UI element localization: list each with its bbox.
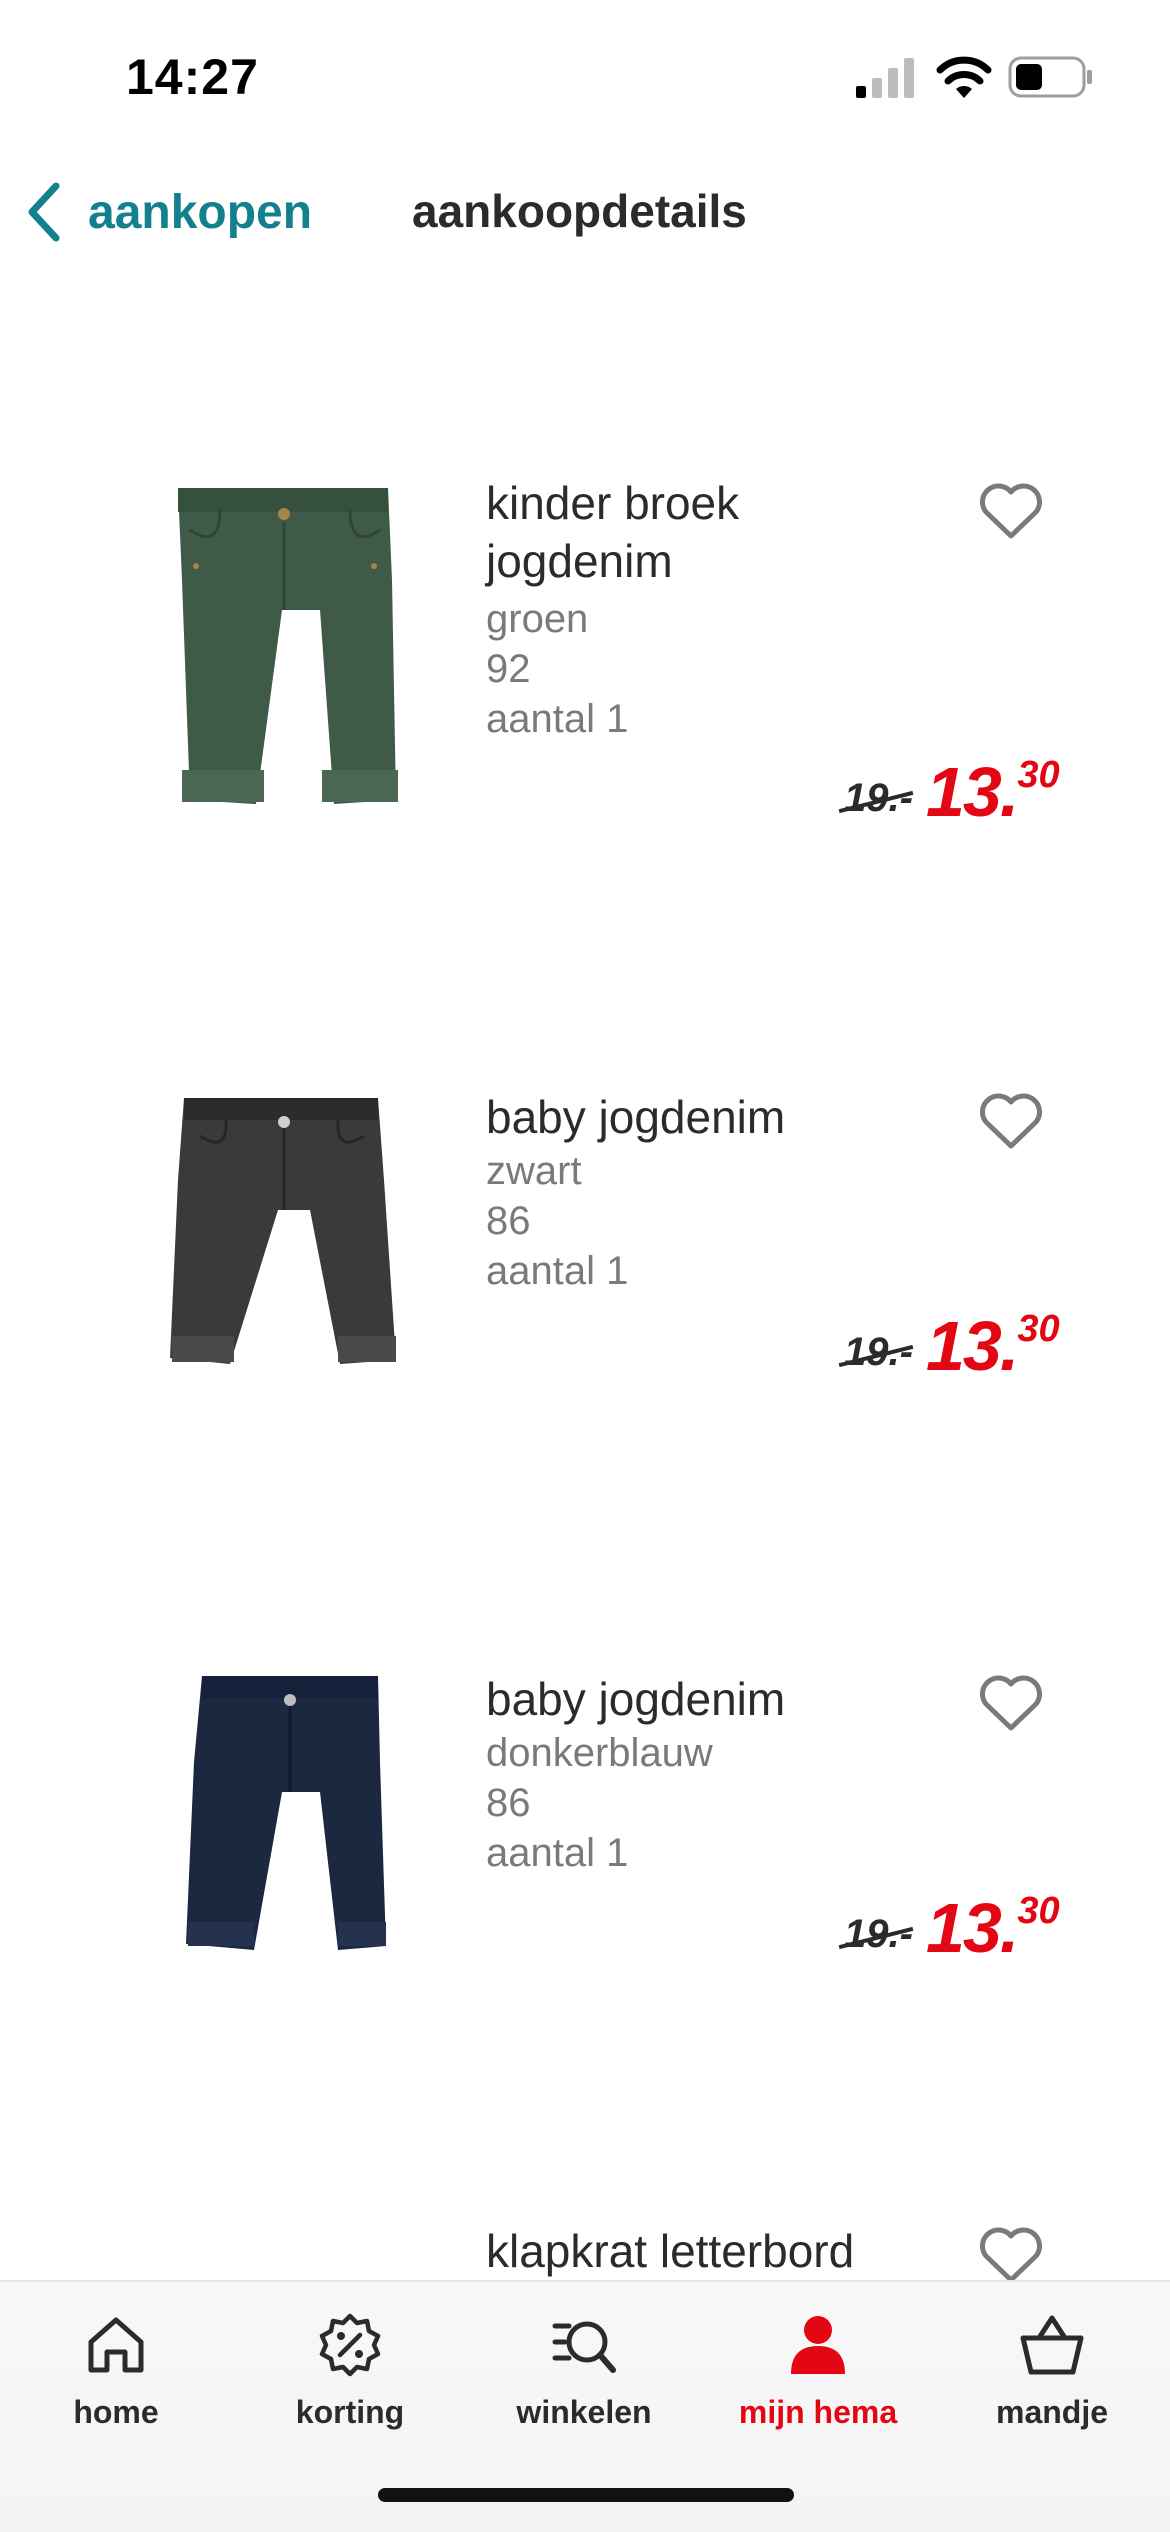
price-dec: 30 <box>1017 754 1060 796</box>
product-image-black-jeans <box>170 1098 396 1364</box>
nav-bar: aankopen aankoopdetails <box>0 160 1170 260</box>
tab-label: mandje <box>995 2394 1109 2430</box>
home-icon <box>88 2317 144 2373</box>
heart-icon[interactable] <box>978 2226 1044 2286</box>
product-size: 86 <box>486 1199 531 1243</box>
tab-label: winkelen <box>516 2394 652 2430</box>
tab-winkelen[interactable]: winkelen <box>484 2302 684 2452</box>
back-label: aankopen <box>88 185 313 239</box>
price-int: 13. <box>926 753 1019 831</box>
home-indicator <box>378 2488 794 2502</box>
sale-price: 13.30 <box>926 752 1060 832</box>
product-color: zwart <box>486 1149 582 1193</box>
price-int: 13. <box>926 1889 1019 1967</box>
price-dec: 30 <box>1017 1308 1060 1350</box>
purchase-details-screen: 14:27 aankopen aankoopdetails kinder bro… <box>0 0 1170 2532</box>
product-size: 86 <box>486 1781 531 1825</box>
discount-icon <box>319 2313 381 2377</box>
cellular-signal-icon <box>856 58 914 98</box>
user-icon <box>791 2316 845 2374</box>
product-image-green-jeans <box>178 488 398 804</box>
status-bar: 14:27 <box>0 0 1170 150</box>
chevron-left-icon <box>28 182 60 242</box>
product-image-navy-jeans <box>186 1676 386 1950</box>
tab-home[interactable]: home <box>16 2302 216 2452</box>
product-quantity: aantal 1 <box>486 1249 629 1293</box>
price-int: 13. <box>926 1307 1019 1385</box>
product-name: baby jogdenim <box>486 1673 786 1725</box>
product-color: groen <box>486 597 589 641</box>
product-quantity: aantal 1 <box>486 1831 629 1875</box>
tab-label: home <box>73 2394 159 2430</box>
tab-label: mijn hema <box>738 2394 898 2430</box>
search-list-icon <box>552 2321 616 2373</box>
heart-icon[interactable] <box>978 1092 1044 1152</box>
product-name: kinder broek jogdenim <box>486 477 740 587</box>
basket-icon <box>1020 2315 1084 2375</box>
back-button[interactable]: aankopen <box>22 180 312 244</box>
price-dec: 30 <box>1017 1890 1060 1932</box>
product-name: klapkrat letterbord <box>486 2225 855 2277</box>
tab-korting[interactable]: korting <box>250 2302 450 2452</box>
wifi-icon <box>936 56 992 98</box>
product-name: baby jogdenim <box>486 1091 786 1143</box>
tab-label: korting <box>295 2394 405 2430</box>
tab-mijn-hema[interactable]: mijn hema <box>718 2302 918 2452</box>
heart-icon[interactable] <box>978 1674 1044 1734</box>
page-title: aankoopdetails <box>412 185 747 237</box>
product-color: donkerblauw <box>486 1731 713 1775</box>
product-quantity: aantal 1 <box>486 697 629 741</box>
sale-price: 13.30 <box>926 1888 1060 1968</box>
status-time: 14:27 <box>126 49 259 105</box>
tab-mandje[interactable]: mandje <box>952 2302 1152 2452</box>
product-size: 92 <box>486 647 531 691</box>
sale-price: 13.30 <box>926 1306 1060 1386</box>
heart-icon[interactable] <box>978 482 1044 542</box>
battery-icon <box>1008 56 1092 98</box>
